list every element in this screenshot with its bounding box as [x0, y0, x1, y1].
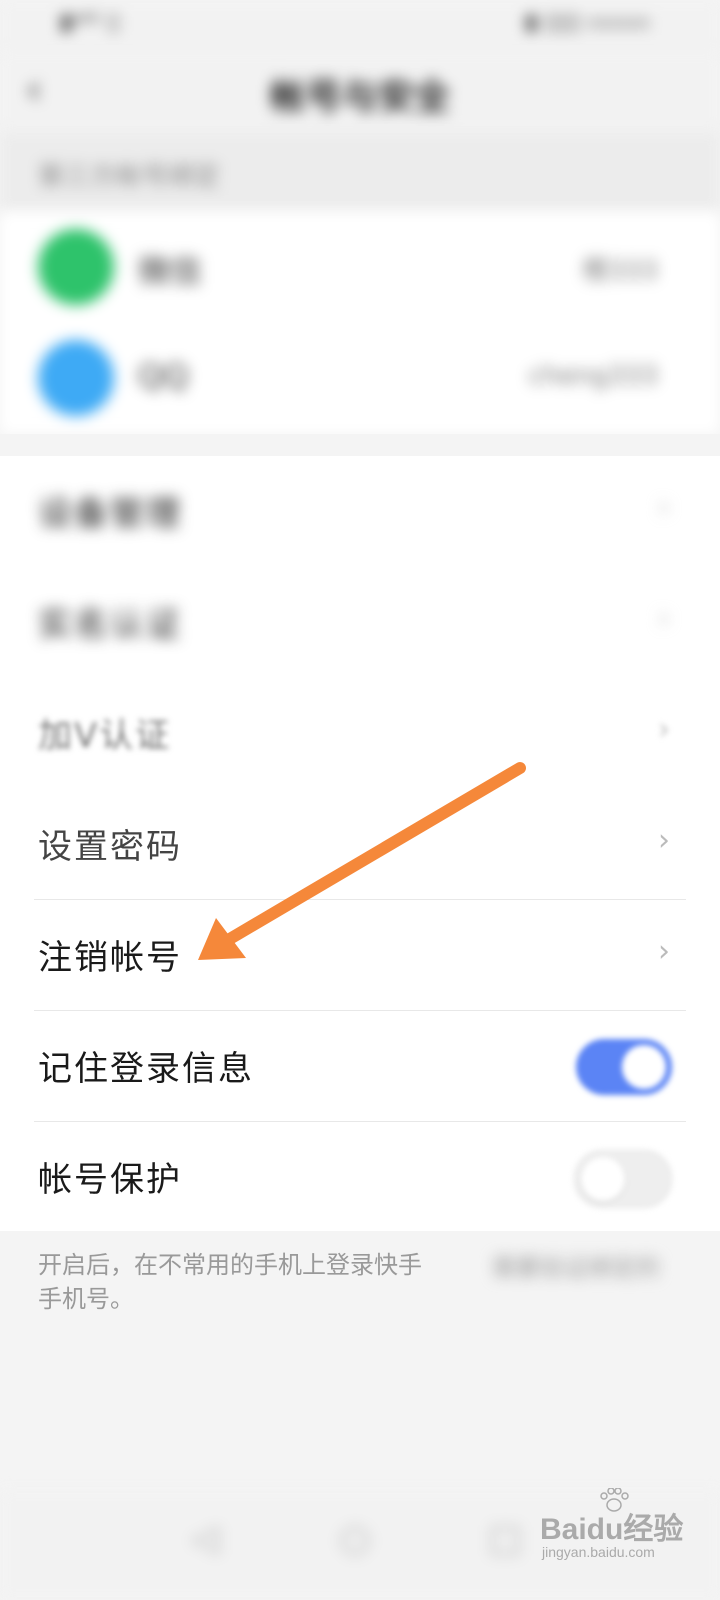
section-title: 第三方帐号绑定: [38, 162, 221, 192]
toggle-knob: [581, 1157, 625, 1201]
wechat-icon: [38, 229, 114, 305]
list-item-delete-account[interactable]: 注销帐号 ›: [0, 900, 720, 1011]
chevron-right-icon: ›: [658, 712, 670, 747]
watermark-main: Baidu经验: [540, 1513, 684, 1546]
qq-icon: [38, 340, 114, 416]
list-item-label: 帐号保护: [38, 1160, 182, 1200]
list-item-label: 实名认证: [38, 605, 182, 645]
settings-list: 设备管理 › 实名认证 › 加V认证 › 设置密码 › 注销帐号 › 记住登录信…: [0, 456, 720, 1231]
hint-right-text: 需要验证绑定的: [492, 1254, 660, 1282]
back-key-icon[interactable]: ◁: [180, 1514, 230, 1564]
baidu-watermark: Baidu经验 jingyan.baidu.com: [540, 1488, 690, 1564]
signal-indicator: ▮ᵍ⁴ᴳ ▯: [60, 10, 120, 35]
list-item-label: 设备管理: [38, 494, 182, 534]
binding-row-qq[interactable]: QQ cheng333: [0, 323, 720, 434]
list-item-account-protection: 帐号保护: [0, 1122, 720, 1233]
home-key-icon[interactable]: ○: [330, 1514, 380, 1564]
section-header: 第三方帐号绑定: [0, 132, 720, 212]
list-item-label: 设置密码: [38, 827, 182, 867]
watermark-sub: jingyan.baidu.com: [542, 1544, 655, 1560]
hint-line-2: 手机号。: [38, 1285, 134, 1313]
toggle-knob: [622, 1045, 666, 1089]
list-item-remember-login: 记住登录信息: [0, 1011, 720, 1122]
nav-bar: ‹ 帐号与安全: [0, 52, 720, 132]
binding-group: 微信 橙333 QQ cheng333: [0, 212, 720, 434]
page-title: 帐号与安全: [269, 77, 450, 118]
list-item-set-password[interactable]: 设置密码 ›: [0, 789, 720, 900]
list-item-label: 加V认证: [38, 716, 172, 756]
binding-name: 微信: [138, 252, 203, 290]
list-item-real-name[interactable]: 实名认证 ›: [0, 567, 720, 678]
binding-row-wechat[interactable]: 微信 橙333: [0, 212, 720, 323]
chevron-right-icon: ›: [658, 934, 670, 969]
remember-login-toggle[interactable]: [576, 1039, 672, 1095]
list-item-device-management[interactable]: 设备管理 ›: [0, 456, 720, 567]
binding-value: 橙333: [582, 256, 658, 286]
list-item-label: 注销帐号: [38, 938, 182, 978]
chevron-right-icon: ›: [658, 823, 670, 858]
account-protection-toggle[interactable]: [574, 1150, 672, 1208]
group-gap: [0, 434, 720, 456]
binding-name: QQ: [138, 357, 189, 395]
list-item-label: 记住登录信息: [38, 1049, 254, 1089]
chevron-right-icon: ›: [658, 601, 670, 636]
list-item-v-verify[interactable]: 加V认证 ›: [0, 678, 720, 789]
battery-indicator: ▮ ▯▯▯ ▭▭▭: [525, 10, 650, 35]
binding-value: cheng333: [528, 361, 658, 391]
status-bar: ▮ᵍ⁴ᴳ ▯ ▮ ▯▯▯ ▭▭▭: [0, 0, 720, 52]
chevron-right-icon: ›: [658, 490, 670, 525]
recents-key-icon[interactable]: □: [480, 1514, 530, 1564]
